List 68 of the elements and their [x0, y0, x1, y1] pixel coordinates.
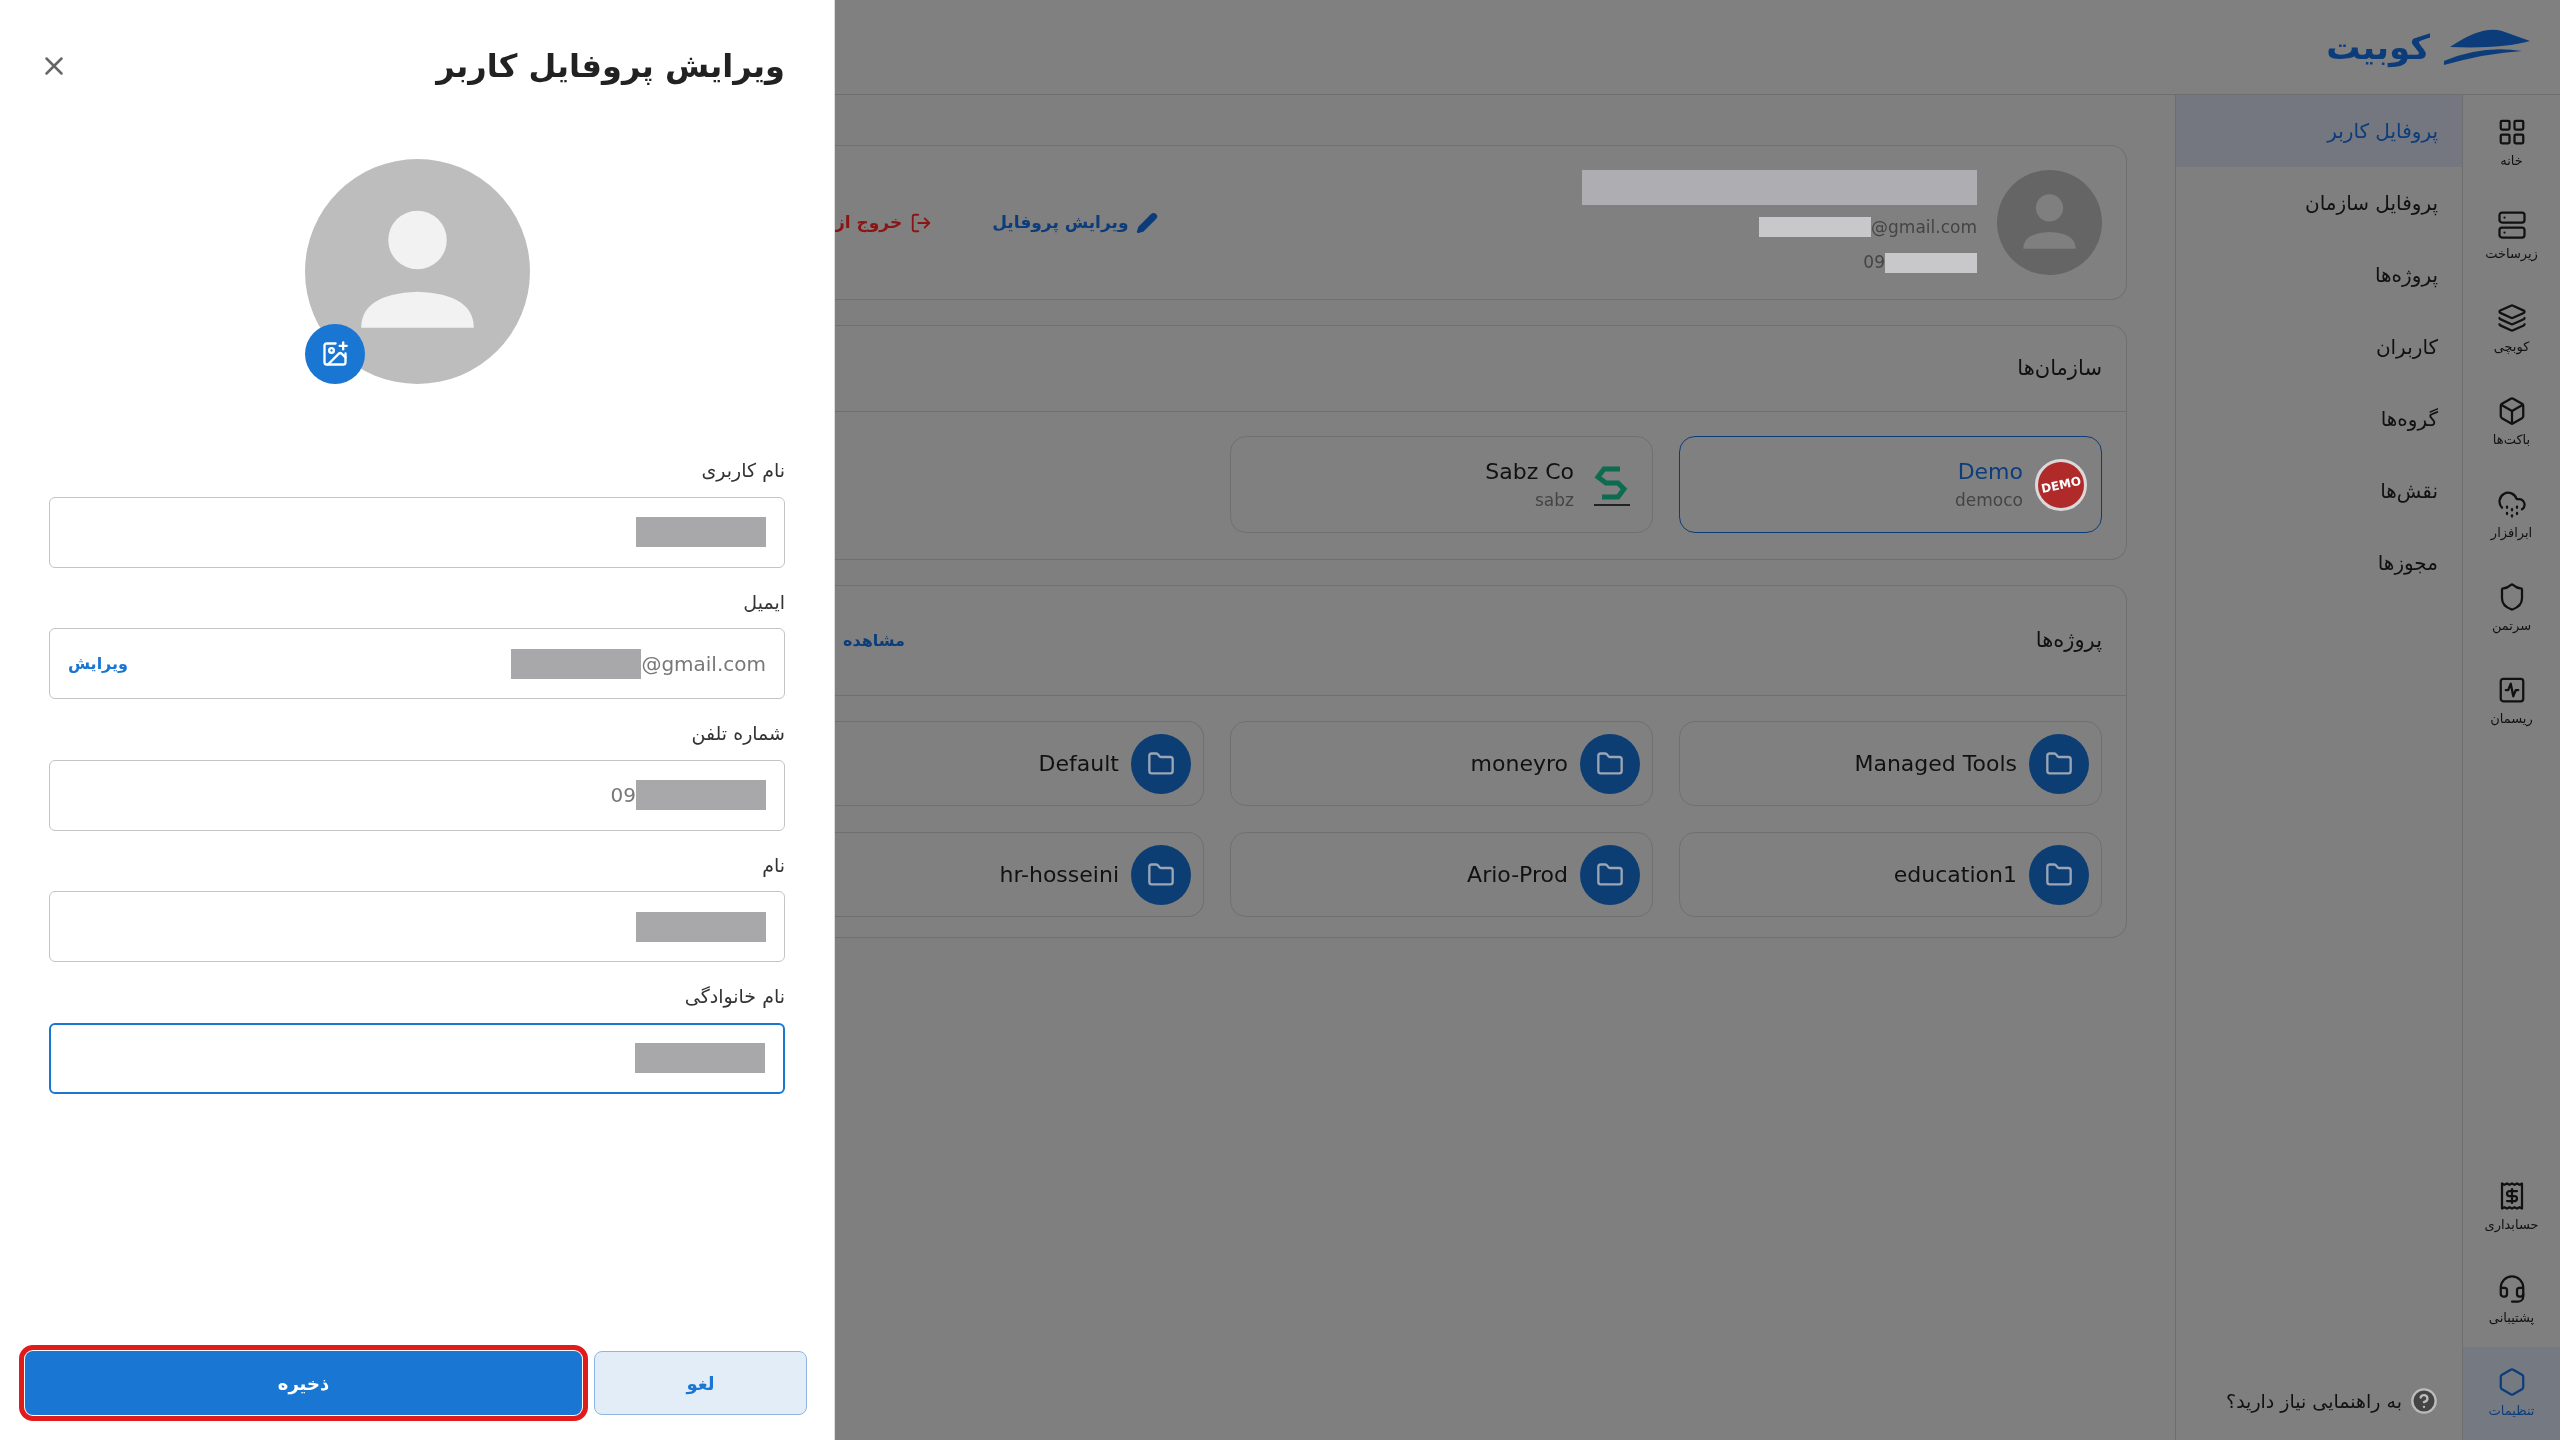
menu-item[interactable]: نقش‌ها — [2176, 455, 2462, 527]
project-card[interactable]: Managed Tools — [1679, 721, 2102, 806]
rail-item[interactable]: خانه — [2463, 97, 2560, 190]
project-card[interactable]: Default — [835, 721, 1204, 806]
boat-logo-icon — [2442, 27, 2532, 67]
drawer-title: ویرایش پروفایل کاربر — [436, 46, 785, 87]
logout-link[interactable]: خروج از — [835, 209, 933, 236]
project-name: education1 — [1893, 861, 2017, 889]
rail-item[interactable]: سرتمن — [2463, 562, 2560, 655]
project-card[interactable]: moneyro — [1230, 721, 1653, 806]
field-value: @gmail.com — [641, 650, 766, 678]
field-value: 09 — [610, 782, 636, 809]
rail-item[interactable]: حسابداری — [2463, 1161, 2560, 1254]
input-field[interactable] — [49, 891, 785, 962]
project-name: Ario-Prod — [1467, 861, 1568, 889]
help-icon — [2410, 1386, 2438, 1415]
rail-item[interactable]: ابرافزار — [2463, 469, 2560, 562]
project-card[interactable]: education1 — [1679, 832, 2102, 917]
organization-card[interactable]: DEMO Demo democo — [1679, 436, 2102, 533]
rail-item[interactable]: کوبچی — [2463, 283, 2560, 376]
demo-logo: DEMO — [2035, 458, 2087, 511]
section-title: سازمان‌ها — [2017, 354, 2102, 382]
organization-slug: sabz — [1535, 489, 1574, 513]
server-icon — [2496, 209, 2527, 240]
project-name: Default — [1038, 750, 1119, 778]
field-label: نام کاربری — [700, 458, 785, 484]
menu-item[interactable]: گروه‌ها — [2176, 383, 2462, 455]
avatar-icon — [1997, 170, 2102, 275]
image-edit-icon — [320, 340, 349, 368]
field-label: نام خانوادگی — [683, 984, 785, 1010]
rail-item[interactable]: تنظیمات — [2463, 1347, 2560, 1440]
rail-item[interactable]: زیرساخت — [2463, 190, 2560, 283]
field-label: شماره تلفن — [690, 721, 785, 747]
logo-text: کوبیت — [2326, 25, 2430, 70]
menu-item[interactable]: پروفایل کاربر — [2176, 95, 2462, 167]
rail-item[interactable]: باکت‌ها — [2463, 376, 2560, 469]
menu-item[interactable]: پروژه‌ها — [2176, 239, 2462, 311]
organization-name: Sabz Co — [1485, 458, 1574, 487]
input-field[interactable]: 09 — [49, 759, 785, 831]
menu-item[interactable]: مجوزها — [2176, 527, 2462, 599]
help-link[interactable]: به راهنمایی نیاز دارید؟ — [2226, 1386, 2402, 1415]
field-label: نام — [761, 852, 785, 879]
field-label: ایمیل — [742, 589, 785, 615]
edit-profile-link[interactable]: ویرایش پروفایل — [992, 209, 1159, 236]
project-name: moneyro — [1470, 750, 1568, 778]
rail-item[interactable]: ریسمان — [2463, 655, 2560, 748]
organization-slug: democo — [1955, 489, 2023, 513]
project-name: hr-hosseini — [999, 861, 1119, 889]
view-all-link[interactable]: مشاهده — [835, 628, 905, 653]
organization-name: Demo — [1957, 458, 2023, 487]
input-field[interactable] — [49, 496, 785, 568]
menu-item[interactable]: کاربران — [2176, 311, 2462, 383]
phone-text: 09 — [1863, 251, 1885, 274]
input-field[interactable] — [49, 1022, 785, 1094]
edit-email-link[interactable]: ویرایش — [68, 651, 128, 676]
layers-icon — [2496, 302, 2527, 333]
organization-card[interactable]: Sabz Co sabz — [1230, 436, 1653, 533]
cancel-button[interactable]: لغو — [594, 1351, 807, 1415]
section-title: پروژه‌ها — [2035, 626, 2102, 654]
email-text: @gmail.com — [1871, 215, 1977, 239]
menu-item[interactable]: پروفایل سازمان — [2176, 167, 2462, 239]
logout-icon — [910, 211, 933, 234]
rail-item[interactable]: پشتیبانی — [2463, 1254, 2560, 1347]
pencil-icon — [1136, 211, 1159, 234]
project-name: Managed Tools — [1854, 750, 2017, 778]
avatar-icon — [304, 159, 530, 384]
project-card[interactable]: hr-hosseini — [835, 832, 1204, 917]
project-card[interactable]: Ario-Prod — [1230, 832, 1653, 917]
